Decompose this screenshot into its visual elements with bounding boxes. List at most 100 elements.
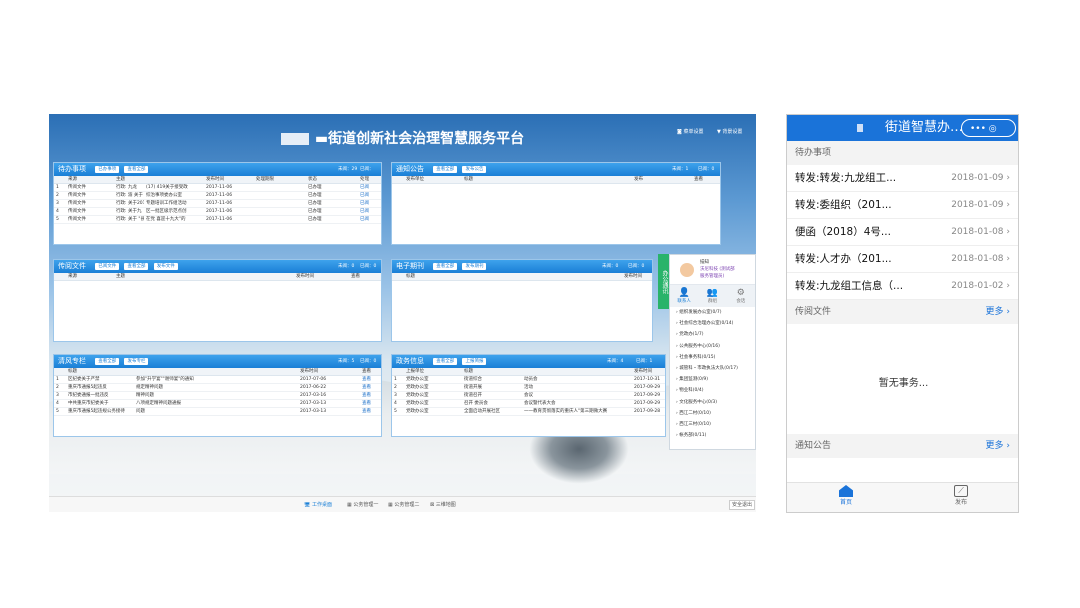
taskbar: 🖥 工作桌面 ▦ 公务管理一 ▦ 公务管理二 ⊠ 三维地图 安全退出 bbox=[49, 496, 756, 512]
gear-icon: ⚙ bbox=[736, 288, 745, 298]
tab-view-all[interactable]: 查看全部 bbox=[433, 165, 458, 173]
org-list: › 组织发展办公室(0/7) › 社会综合治理办公室(0/14) › 党政办(1/7… bbox=[670, 307, 755, 441]
table-row[interactable]: 5 重庆市通报5起违规公务接待 问题 2017-03-13 查看 bbox=[54, 408, 381, 416]
table-row[interactable]: 1 党政办公室 街道综合 动员会 2017-10-31 bbox=[392, 376, 665, 384]
journal-panel-header: 电子期刊 查看全部 发布期刊 未阅：0 已阅：0 bbox=[392, 260, 652, 273]
contacts-tabs: 👤 联系人 👥 群组 ⚙ 会话 bbox=[670, 285, 755, 307]
home-icon bbox=[857, 124, 863, 132]
view-link[interactable]: 已阅 bbox=[358, 200, 378, 207]
view-link[interactable]: 查看 bbox=[360, 384, 380, 391]
tab-view-all[interactable]: 查看全部 bbox=[124, 165, 149, 173]
bottom-tabbar: 首页 ⟋ 发布 bbox=[787, 482, 1018, 512]
org-item[interactable]: › 社会综合治理办公室(0/14) bbox=[670, 318, 755, 329]
tab-publish[interactable]: ⟋ 发布 bbox=[946, 485, 976, 506]
capsule-menu[interactable]: ••• ◎ bbox=[961, 119, 1016, 137]
view-link[interactable]: 已阅 bbox=[358, 216, 378, 223]
table-row[interactable]: 5 党政办公室 全面启动开展社区 一一教育贯彻落实的重庆人"第三期微大赛 2017-09… bbox=[392, 408, 665, 416]
chevron-right-icon: › bbox=[1003, 173, 1010, 183]
tab-report-brief[interactable]: 上报简报 bbox=[462, 357, 487, 365]
todo-title: 待办事项 bbox=[58, 165, 86, 173]
org-item[interactable]: › 物业科(0/4) bbox=[670, 385, 755, 396]
circulate-section-header: 传阅文件 更多 › bbox=[787, 300, 1018, 324]
table-row[interactable]: 4 党政办公室 召开 委员会 会议暨代表大会 2017-09-29 bbox=[392, 400, 665, 408]
journal-panel: 电子期刊 查看全部 发布期刊 未阅：0 已阅：0 标题 发布时间 bbox=[391, 259, 653, 342]
org-item[interactable]: › 西江三村(0/10) bbox=[670, 419, 755, 430]
circulate-panel-header: 传阅文件 已阅文件 查看全部 发布文件 未阅：0 已阅：0 bbox=[54, 260, 381, 273]
table-row[interactable]: 1 传阅文件 行政: 九龙 (17) 419关于接受政 2017-11-06 已办理 已阅 bbox=[54, 184, 381, 192]
table-row[interactable]: 4 中共重庆市纪委关于 八项规定精神问题通报 2017-03-13 查看 bbox=[54, 400, 381, 408]
table-row[interactable]: 3 党政办公室 街道召开 会议 2017-09-29 bbox=[392, 392, 665, 400]
more-link[interactable]: 更多 › bbox=[986, 434, 1010, 458]
table-row[interactable]: 3 市纪委通报一批违反 精神问题 2017-03-16 查看 bbox=[54, 392, 381, 400]
table-row[interactable]: 4 传阅文件 行政: 关于九 区一批区级示范点创 2017-11-06 已办理 已阅 bbox=[54, 208, 381, 216]
mobile-header: 街道智慧办… ••• ◎ bbox=[787, 115, 1018, 141]
table-row[interactable]: 2 党政办公室 街道开展 活动 2017-09-29 bbox=[392, 384, 665, 392]
table-row[interactable]: 3传阅文件行政: 关于2017专题培训工作组活动2017-11-06已办理已阅 bbox=[54, 200, 381, 208]
view-link[interactable]: 查看 bbox=[360, 376, 380, 383]
table-row[interactable]: 2 传阅文件 行政: 渝 关于 综治事项委办公室 2017-11-06 已办理 已阅 bbox=[54, 192, 381, 200]
tab-view-all[interactable]: 查看全部 bbox=[433, 357, 458, 365]
platform-title: ▬街道创新社会治理智慧服务平台 bbox=[49, 128, 756, 148]
todo-item[interactable]: 转发:九龙组工信息（... 2018-01-02 › bbox=[787, 273, 1018, 300]
tab-publish-notice[interactable]: 发布公告 bbox=[462, 165, 487, 173]
table-header: 标题 发布时间 查看 bbox=[54, 368, 381, 376]
user-card: 描知 沃尼科技 (测试部 服务管理员) bbox=[670, 255, 755, 285]
table-header: 标题 发布时间 bbox=[392, 273, 652, 281]
tab-publish-column[interactable]: 发布专栏 bbox=[124, 357, 149, 365]
view-link[interactable]: 已阅 bbox=[358, 208, 378, 215]
todo-item[interactable]: 转发:委组织（201... 2018-01-09 › bbox=[787, 192, 1018, 219]
org-item[interactable]: › 城管科・市政执法大队(0/17) bbox=[670, 363, 755, 374]
taskbar-3d-map[interactable]: ⊠ 三维地图 bbox=[430, 497, 456, 512]
background-settings-link[interactable]: ▼ 背景设置 bbox=[717, 128, 742, 135]
logout-button[interactable]: 安全退出 bbox=[729, 500, 756, 510]
tab-groups[interactable]: 👥 群组 bbox=[698, 285, 726, 307]
edit-icon: ⟋ bbox=[954, 485, 968, 497]
org-item[interactable]: › 帐务部(0/11) bbox=[670, 430, 755, 441]
tab-sessions[interactable]: ⚙ 会话 bbox=[727, 285, 755, 307]
org-item[interactable]: › 党政办(1/7) bbox=[670, 329, 755, 340]
notice-title: 通知公告 bbox=[396, 165, 424, 173]
tab-view-all[interactable]: 查看全部 bbox=[433, 262, 458, 270]
todo-item[interactable]: 便函（2018）4号... 2018-01-08 › bbox=[787, 219, 1018, 246]
tab-contacts[interactable]: 👤 联系人 bbox=[670, 285, 698, 307]
notice-panel-header: 通知公告 查看全部 发布公告 未阅：1 已阅：0 bbox=[392, 163, 720, 176]
integrity-panel: 清风专栏 查看全部 发布专栏 未阅：5 已阅：0 标题 发布时间 查看 1 区纪委… bbox=[53, 354, 382, 437]
todo-panel-header: 待办事项 已办事项 查看全部 未阅：29 已阅：175 bbox=[54, 163, 381, 185]
table-header: 上报单位 标题 发布时间 bbox=[392, 368, 665, 376]
mobile-app: 街道智慧办… ••• ◎ vConsole 待办事项 转发:转发:九龙组工...… bbox=[786, 114, 1019, 513]
table-row[interactable]: 1 区纪委关于严禁 参加"升学宴""谢师宴"的通知 2017-07-06 查看 bbox=[54, 376, 381, 384]
view-link[interactable]: 查看 bbox=[360, 400, 380, 407]
more-link[interactable]: 更多 › bbox=[986, 300, 1010, 324]
taskbar-affairs-1[interactable]: ▦ 公务管理一 bbox=[347, 497, 378, 512]
org-item[interactable]: › 集团监测(0/9) bbox=[670, 374, 755, 385]
org-item[interactable]: › 公共服务中心(0/16) bbox=[670, 341, 755, 352]
view-link[interactable]: 已阅 bbox=[358, 192, 378, 199]
tab-view-all[interactable]: 查看全部 bbox=[124, 262, 149, 270]
read-count: 已阅：175 bbox=[360, 167, 374, 185]
todo-list: 转发:转发:九龙组工... 2018-01-09 › 转发:委组织（201... 20… bbox=[787, 165, 1018, 300]
org-item[interactable]: › 文化服务中心(0/3) bbox=[670, 397, 755, 408]
table-row[interactable]: 5 传阅文件 行政: 关于 "县 在党 喜迎十九大"的 2017-11-06 已办理 已阅 bbox=[54, 216, 381, 224]
table-header: 来源 主题 发布时间 处理期限 状态 处理 bbox=[54, 176, 381, 184]
tab-read-files[interactable]: 已阅文件 bbox=[95, 262, 120, 270]
org-item[interactable]: › 组织发展办公室(0/7) bbox=[670, 307, 755, 318]
taskbar-affairs-2[interactable]: ▦ 公务管理二 bbox=[388, 497, 419, 512]
app-title: 街道智慧办… bbox=[885, 120, 964, 135]
table-row[interactable]: 2 重庆市通报5起违反 规定精神问题 2017-06-22 查看 bbox=[54, 384, 381, 392]
tab-home[interactable]: 首页 bbox=[831, 485, 861, 506]
unread-count: 未阅：29 bbox=[338, 167, 358, 172]
tab-done-items[interactable]: 已办事项 bbox=[95, 165, 120, 173]
tab-publish-journal[interactable]: 发布期刊 bbox=[462, 262, 487, 270]
org-item[interactable]: › 社会事务科(0/15) bbox=[670, 352, 755, 363]
todo-item[interactable]: 转发:人才办（201... 2018-01-08 › bbox=[787, 246, 1018, 273]
view-link[interactable]: 查看 bbox=[360, 392, 380, 399]
todo-item[interactable]: 转发:转发:九龙组工... 2018-01-09 › bbox=[787, 165, 1018, 192]
gov-panel-header: 政务信息 查看全部 上报简报 未阅：4 已阅：1 bbox=[392, 355, 665, 368]
taskbar-work-desktop[interactable]: 🖥 工作桌面 bbox=[304, 497, 332, 512]
menu-settings-link[interactable]: ◙ 菜单设置 bbox=[677, 128, 703, 135]
todo-panel: 待办事项 已办事项 查看全部 未阅：29 已阅：175 来源 主题 发布时间 处… bbox=[53, 162, 382, 245]
org-item[interactable]: › 西江二村(0/10) bbox=[670, 408, 755, 419]
tab-publish-file[interactable]: 发布文件 bbox=[153, 262, 178, 270]
view-link[interactable]: 查看 bbox=[360, 408, 380, 415]
tab-view-all[interactable]: 查看全部 bbox=[95, 357, 120, 365]
